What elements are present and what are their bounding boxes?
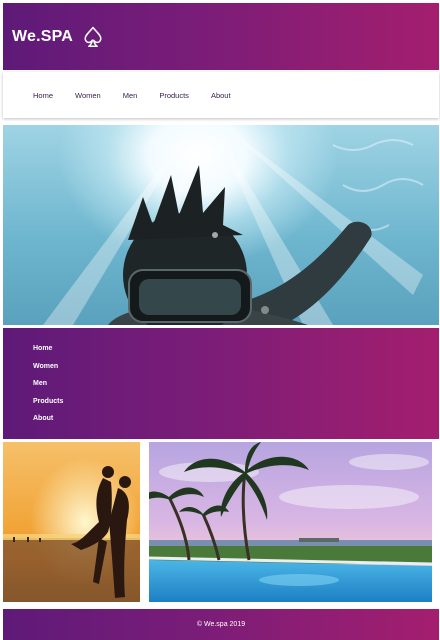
top-nav-about[interactable]: About [211,91,231,100]
top-nav-men[interactable]: Men [123,91,138,100]
side-nav-products[interactable]: Products [33,398,439,416]
spade-icon [84,26,102,48]
side-nav-men[interactable]: Men [33,380,439,398]
top-nav-products[interactable]: Products [159,91,189,100]
side-nav-about[interactable]: About [33,415,439,433]
brand-logo-text[interactable]: We.SPA [12,28,73,46]
beach-couple-image [3,442,140,602]
top-nav-women[interactable]: Women [75,91,101,100]
top-navigation: Home Women Men Products About [3,72,439,118]
palm-pool-image [149,442,432,602]
side-nav-home[interactable]: Home [33,345,439,363]
side-nav-women[interactable]: Women [33,363,439,381]
hero-image [3,125,439,325]
site-footer: © We.spa 2019 [3,609,439,640]
side-navigation: Home Women Men Products About [3,328,439,439]
site-header: We.SPA [3,3,439,70]
copyright-text: © We.spa 2019 [196,621,246,628]
top-nav-home[interactable]: Home [33,91,53,100]
